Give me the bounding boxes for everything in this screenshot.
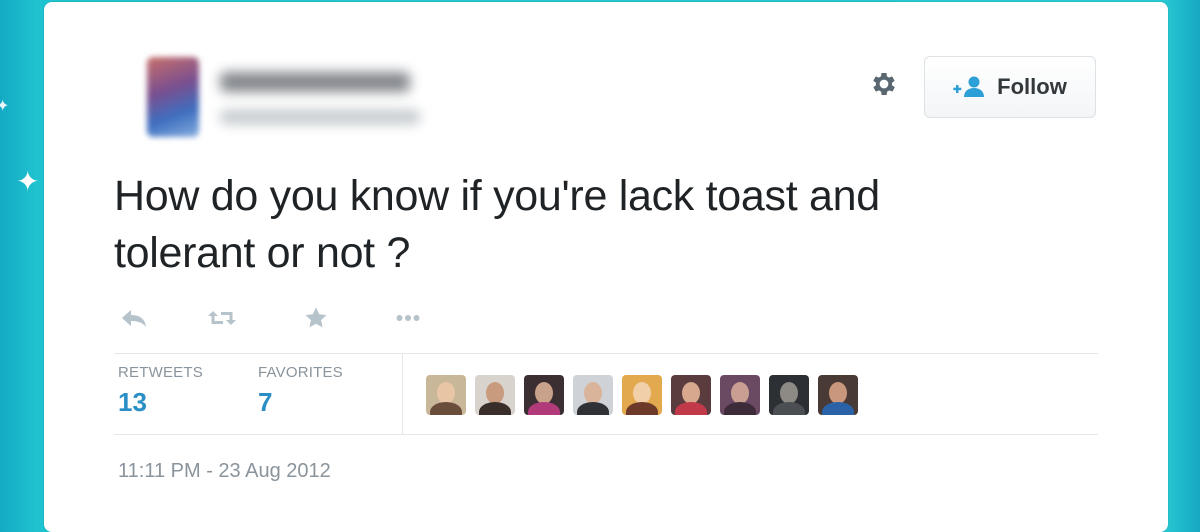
vertical-divider xyxy=(402,353,403,434)
divider xyxy=(114,353,1098,354)
retweets-label: RETWEETS xyxy=(118,364,203,381)
add-user-icon xyxy=(953,76,985,97)
tweet-text-line: How do you know if you're lack toast and xyxy=(114,172,880,220)
follow-button-label: Follow xyxy=(997,74,1067,99)
reply-icon xyxy=(122,310,146,327)
favorited-by-avatars xyxy=(426,375,858,415)
tweet-text: How do you know if you're lack toast and… xyxy=(114,168,1074,282)
divider xyxy=(114,434,1098,435)
user-avatar[interactable] xyxy=(769,375,809,415)
user-avatar[interactable] xyxy=(475,375,515,415)
user-avatar[interactable] xyxy=(622,375,662,415)
favorites-stat[interactable]: FAVORITES 7 xyxy=(258,364,343,418)
retweets-stat[interactable]: RETWEETS 13 xyxy=(118,364,203,418)
blurred-user-name[interactable] xyxy=(220,72,410,92)
user-avatar[interactable] xyxy=(573,375,613,415)
user-avatar[interactable] xyxy=(818,375,858,415)
favorites-count: 7 xyxy=(258,387,273,417)
more-button[interactable] xyxy=(392,302,424,334)
blurred-user-handle xyxy=(220,110,420,124)
retweet-icon xyxy=(208,311,236,325)
reply-button[interactable] xyxy=(118,302,150,334)
retweets-count: 13 xyxy=(118,387,147,417)
retweet-button[interactable] xyxy=(206,302,238,334)
favorite-button[interactable] xyxy=(300,302,332,334)
user-avatar[interactable] xyxy=(524,375,564,415)
sparkle-icon: ✦ xyxy=(16,165,40,198)
favorites-label: FAVORITES xyxy=(258,364,343,381)
settings-button[interactable] xyxy=(866,66,902,102)
favorite-star-icon xyxy=(305,307,327,328)
user-avatar[interactable] xyxy=(720,375,760,415)
user-avatar[interactable] xyxy=(671,375,711,415)
tweet-timestamp[interactable]: 11:11 PM - 23 Aug 2012 xyxy=(118,460,331,483)
follow-button[interactable]: Follow xyxy=(924,56,1096,118)
avatar[interactable] xyxy=(147,57,199,137)
tweet-card: Follow How do you know if you're lack to… xyxy=(44,2,1168,532)
gear-icon xyxy=(873,73,895,95)
more-icon xyxy=(396,315,420,321)
tweet-text-line: tolerant or not ? xyxy=(114,229,411,277)
sparkle-icon: ✦ xyxy=(0,96,10,115)
user-avatar[interactable] xyxy=(426,375,466,415)
